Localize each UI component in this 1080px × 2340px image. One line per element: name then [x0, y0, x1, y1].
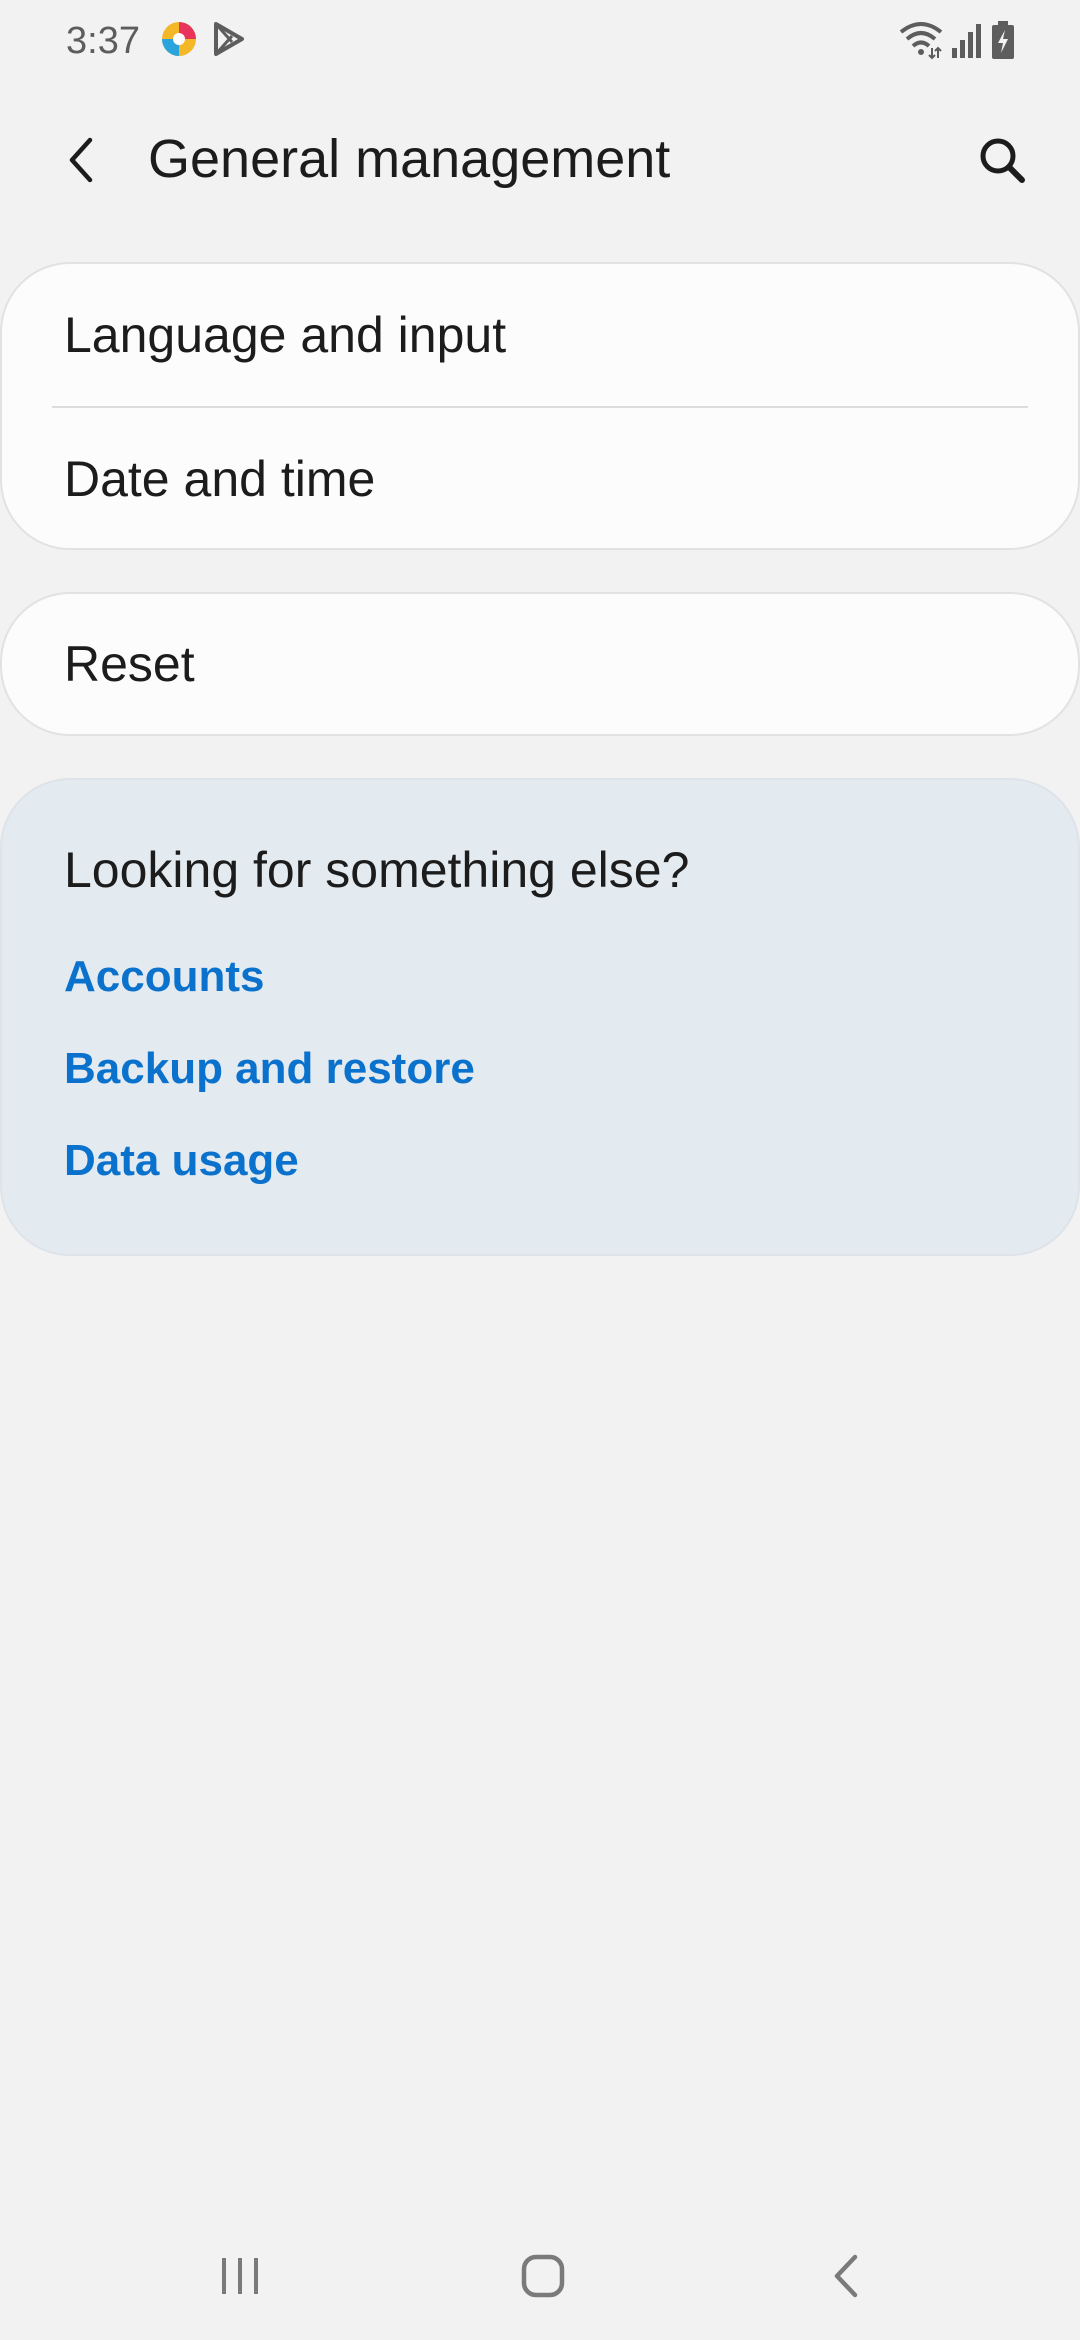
signal-icon: [950, 20, 984, 65]
battery-charging-icon: [990, 20, 1016, 65]
back-button[interactable]: [50, 128, 114, 192]
chevron-left-icon: [69, 137, 93, 183]
play-store-icon: [212, 20, 246, 63]
status-bar: 3:37: [0, 0, 1080, 82]
settings-group-reset: Reset: [0, 592, 1080, 736]
recents-icon: [222, 2258, 258, 2294]
suggestions-title: Looking for something else?: [64, 842, 690, 898]
page-title: General management: [148, 129, 671, 189]
wifi-icon: [898, 20, 944, 65]
language-and-input-item[interactable]: Language and input: [2, 264, 1078, 406]
status-time: 3:37: [66, 20, 140, 62]
search-icon: [980, 138, 1025, 183]
nav-back-button[interactable]: [786, 2234, 906, 2318]
language-and-input-label: Language and input: [64, 307, 507, 363]
data-usage-link[interactable]: Data usage: [64, 1134, 299, 1188]
back-icon: [834, 2254, 858, 2298]
home-icon: [521, 2254, 565, 2298]
backup-and-restore-link[interactable]: Backup and restore: [64, 1042, 475, 1096]
navigation-bar: [0, 2210, 1080, 2340]
settings-group-language-date: Language and input Date and time: [0, 262, 1080, 550]
reset-item[interactable]: Reset: [2, 594, 1078, 734]
accounts-link[interactable]: Accounts: [64, 950, 264, 1004]
reset-label: Reset: [64, 636, 195, 692]
suggestions-card: Looking for something else? Accounts Bac…: [0, 778, 1080, 1256]
app-notification-icon: [160, 20, 198, 63]
app-bar: General management: [0, 100, 1080, 220]
date-and-time-item[interactable]: Date and time: [2, 408, 1078, 550]
date-and-time-label: Date and time: [64, 451, 376, 507]
search-button[interactable]: [968, 126, 1036, 194]
home-button[interactable]: [483, 2234, 603, 2318]
recents-button[interactable]: [180, 2234, 300, 2318]
